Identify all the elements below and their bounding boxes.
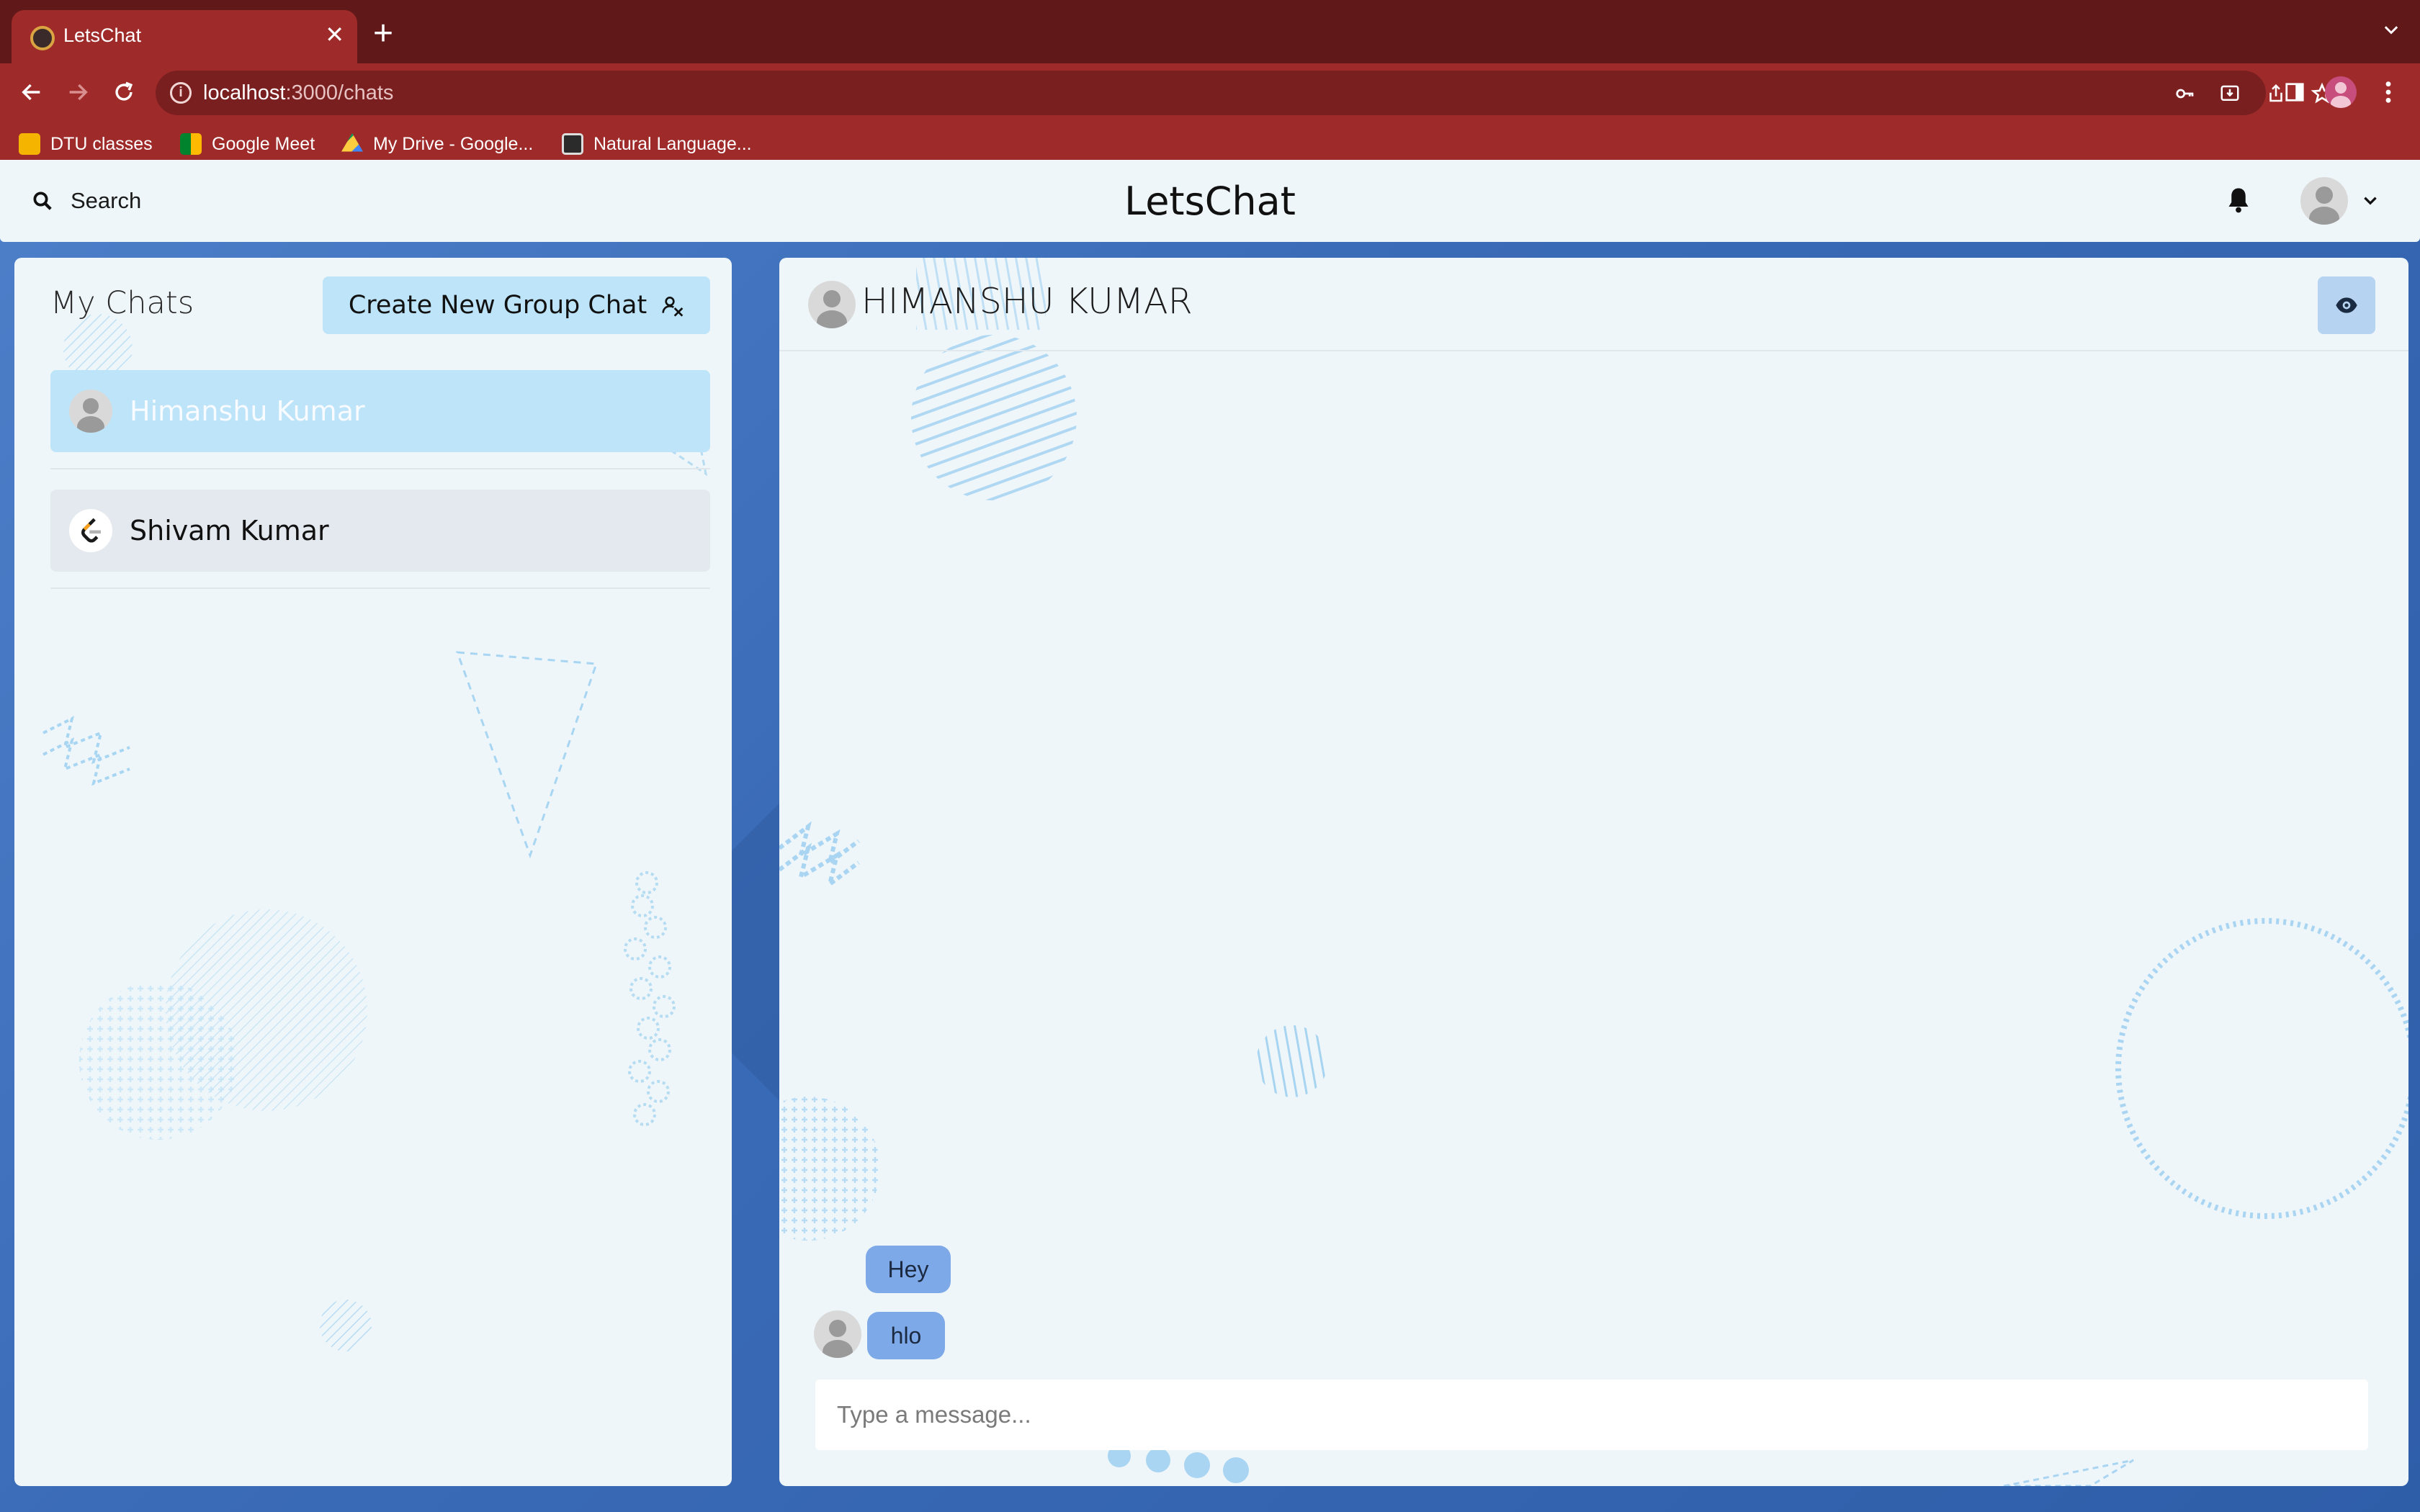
bookmark-natural-language[interactable]: Natural Language... [562, 130, 752, 158]
add-group-icon [662, 297, 684, 317]
browser-toolbar: i localhost:3000/chats DTU classes Googl… [0, 63, 2420, 173]
bookmark-dtu-classes[interactable]: DTU classes [19, 130, 153, 158]
divider [50, 468, 710, 469]
avatar [69, 390, 112, 433]
profile-picture-icon [2325, 76, 2357, 108]
install-icon[interactable] [2217, 81, 2243, 107]
my-chats-panel: My Chats Create New Group Chat Himanshu … [14, 258, 732, 1486]
bookmark-google-meet[interactable]: Google Meet [180, 130, 315, 158]
contact-avatar [808, 281, 856, 328]
chat-header: HIMANSHU KUMAR [779, 258, 2408, 351]
new-tab-icon[interactable]: + [373, 13, 393, 55]
reload-icon[interactable] [102, 71, 145, 114]
chat-item-name: Shivam Kumar [130, 515, 329, 546]
user-menu-button[interactable] [2300, 176, 2380, 226]
chevron-down-icon [2364, 197, 2377, 205]
side-panel-icon[interactable] [2275, 72, 2315, 112]
app-header: Search LetsChat [0, 160, 2420, 242]
key-icon[interactable] [2172, 81, 2198, 107]
chat-window: HIMANSHU KUMAR Hey hlo [779, 258, 2408, 1486]
my-chats-title: My Chats [50, 285, 194, 321]
divider [50, 588, 710, 589]
letschat-favicon-icon [30, 26, 55, 50]
message-text: hlo [890, 1322, 922, 1349]
leetcode-avatar-icon [69, 509, 112, 552]
chat-item-shivam-kumar[interactable]: Shivam Kumar [50, 490, 710, 572]
create-group-chat-button[interactable]: Create New Group Chat [323, 276, 710, 334]
back-icon[interactable] [10, 71, 53, 114]
classroom-icon [19, 133, 40, 155]
bookmark-my-drive[interactable]: My Drive - Google... [341, 130, 533, 158]
drive-icon [341, 133, 363, 152]
site-info-icon[interactable]: i [170, 82, 192, 104]
message-bubble: Hey [866, 1246, 951, 1293]
decorative-background-pattern [779, 258, 2408, 1486]
sender-avatar [814, 1310, 861, 1358]
message-input[interactable] [815, 1380, 2368, 1450]
chat-item-himanshu-kumar[interactable]: Himanshu Kumar [50, 370, 710, 452]
browser-menu-icon[interactable] [2368, 72, 2408, 112]
meet-icon [180, 133, 202, 155]
browser-tab[interactable]: LetsChat ✕ [12, 10, 357, 63]
profile-avatar[interactable] [2321, 72, 2361, 112]
url-text: localhost:3000/chats [203, 81, 394, 104]
address-bar[interactable]: i localhost:3000/chats [156, 71, 2334, 115]
document-icon [562, 133, 583, 155]
user-avatar [2300, 177, 2348, 225]
close-tab-icon[interactable]: ✕ [325, 20, 344, 49]
app-brand-title: LetsChat [1124, 179, 1296, 224]
create-group-chat-label: Create New Group Chat [348, 291, 647, 320]
chat-item-name: Himanshu Kumar [130, 395, 365, 427]
view-profile-button[interactable] [2318, 276, 2375, 334]
notification-bell-icon[interactable] [2226, 186, 2251, 218]
forward-icon[interactable] [56, 71, 99, 114]
message-bubble: hlo [867, 1312, 945, 1359]
browser-tab-strip: LetsChat ✕ + [0, 0, 2420, 63]
chat-title: HIMANSHU KUMAR [861, 281, 1193, 322]
tab-title: LetsChat [63, 24, 142, 46]
message-text: Hey [887, 1256, 929, 1282]
tab-search-chevron-icon[interactable] [2381, 20, 2401, 44]
eye-icon [2336, 297, 2357, 313]
